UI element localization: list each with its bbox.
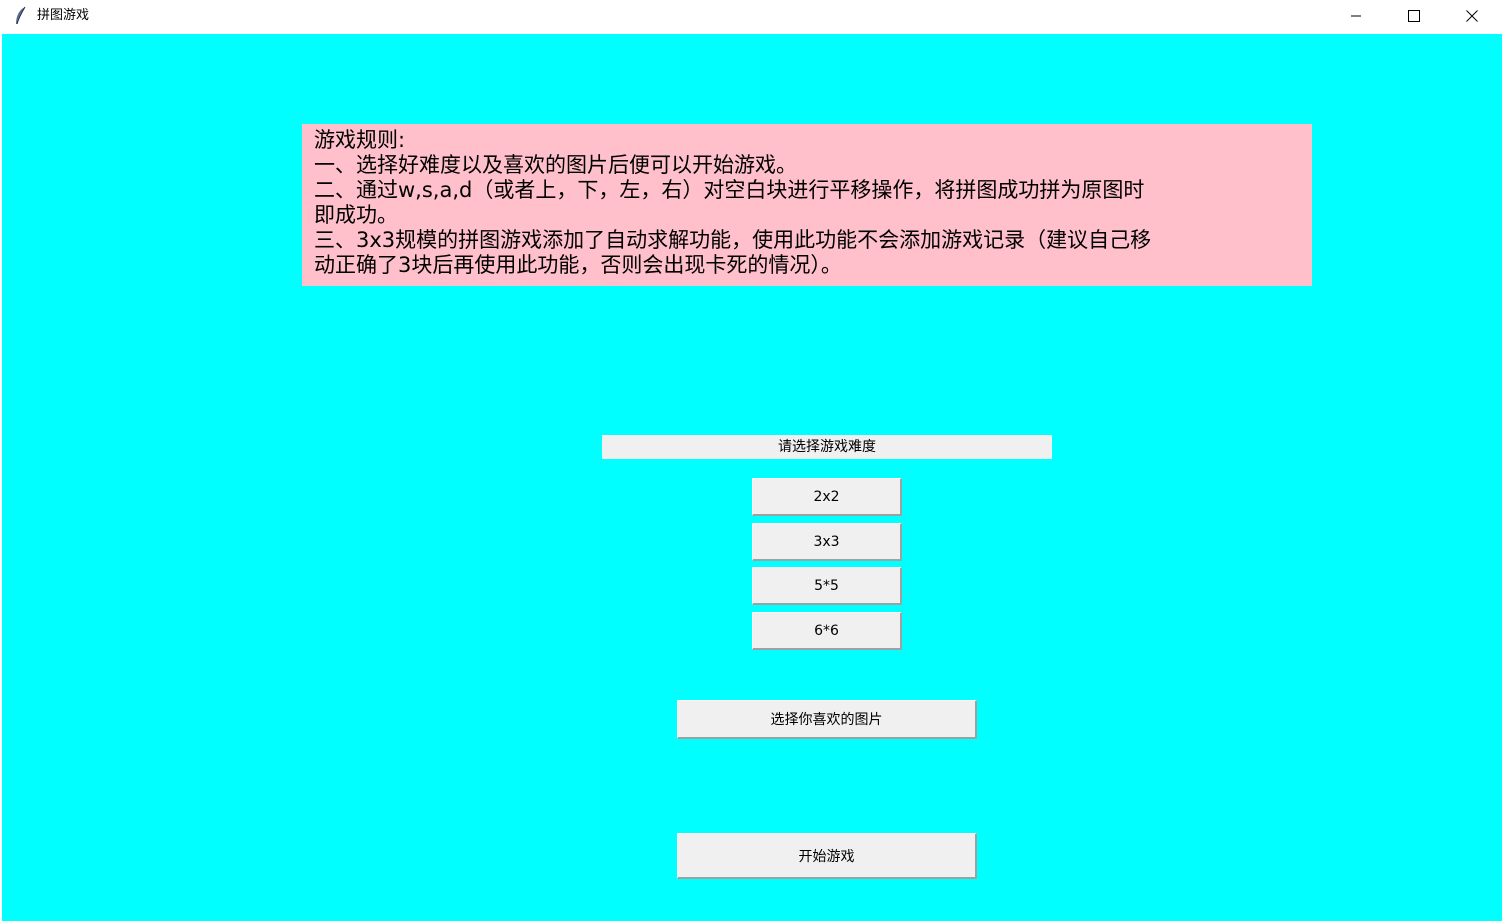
maximize-icon xyxy=(1408,7,1420,26)
rules-line: 动正确了3块后再使用此功能，否则会出现卡死的情况）。 xyxy=(314,253,842,277)
difficulty-3x3-button[interactable]: 3x3 xyxy=(752,523,902,561)
rules-line: 即成功。 xyxy=(314,203,398,227)
window-title: 拼图游戏 xyxy=(37,8,90,23)
difficulty-label: 请选择游戏难度 xyxy=(602,435,1052,459)
start-game-button[interactable]: 开始游戏 xyxy=(677,833,977,879)
rules-panel: 游戏规则: 一、选择好难度以及喜欢的图片后便可以开始游戏。 二、通过w,s,a,… xyxy=(302,124,1312,286)
close-icon xyxy=(1466,7,1478,26)
maximize-button[interactable] xyxy=(1385,0,1443,32)
rules-line: 一、选择好难度以及喜欢的图片后便可以开始游戏。 xyxy=(314,153,797,177)
rules-line: 二、通过w,s,a,d（或者上，下，左，右）对空白块进行平移操作，将拼图成功拼为… xyxy=(314,178,1145,202)
main-canvas: 游戏规则: 一、选择好难度以及喜欢的图片后便可以开始游戏。 二、通过w,s,a,… xyxy=(2,34,1502,921)
difficulty-6x6-button[interactable]: 6*6 xyxy=(752,612,902,650)
app-window: 拼图游戏 游戏规则: 一、选择好难度以及喜欢的图片后便可以开始游戏。 二、通过w… xyxy=(0,0,1502,921)
title-bar: 拼图游戏 xyxy=(0,0,1502,34)
pick-image-button[interactable]: 选择你喜欢的图片 xyxy=(677,700,977,739)
feather-icon xyxy=(13,6,29,26)
rules-line: 三、3x3规模的拼图游戏添加了自动求解功能，使用此功能不会添加游戏记录（建议自己… xyxy=(314,228,1152,252)
rules-title: 游戏规则: xyxy=(314,128,406,152)
difficulty-5x5-button[interactable]: 5*5 xyxy=(752,567,902,605)
minimize-icon xyxy=(1350,7,1362,26)
close-button[interactable] xyxy=(1443,0,1501,32)
minimize-button[interactable] xyxy=(1327,0,1385,32)
difficulty-2x2-button[interactable]: 2x2 xyxy=(752,478,902,516)
